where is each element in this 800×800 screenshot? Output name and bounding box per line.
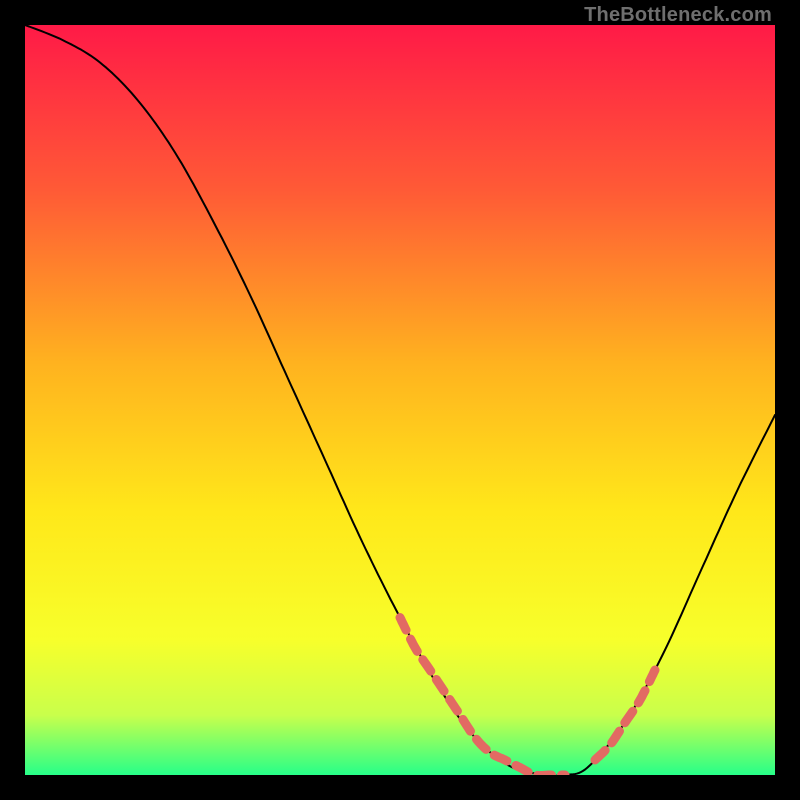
- bottleneck-curve-highlight-right: [595, 670, 655, 760]
- bottleneck-curve-highlight-left: [400, 618, 565, 776]
- watermark-text: TheBottleneck.com: [584, 4, 772, 27]
- plot-area: [25, 25, 775, 775]
- bottleneck-curve: [25, 25, 775, 775]
- bottleneck-curve-svg: [25, 25, 775, 775]
- chart-frame: TheBottleneck.com: [0, 0, 800, 800]
